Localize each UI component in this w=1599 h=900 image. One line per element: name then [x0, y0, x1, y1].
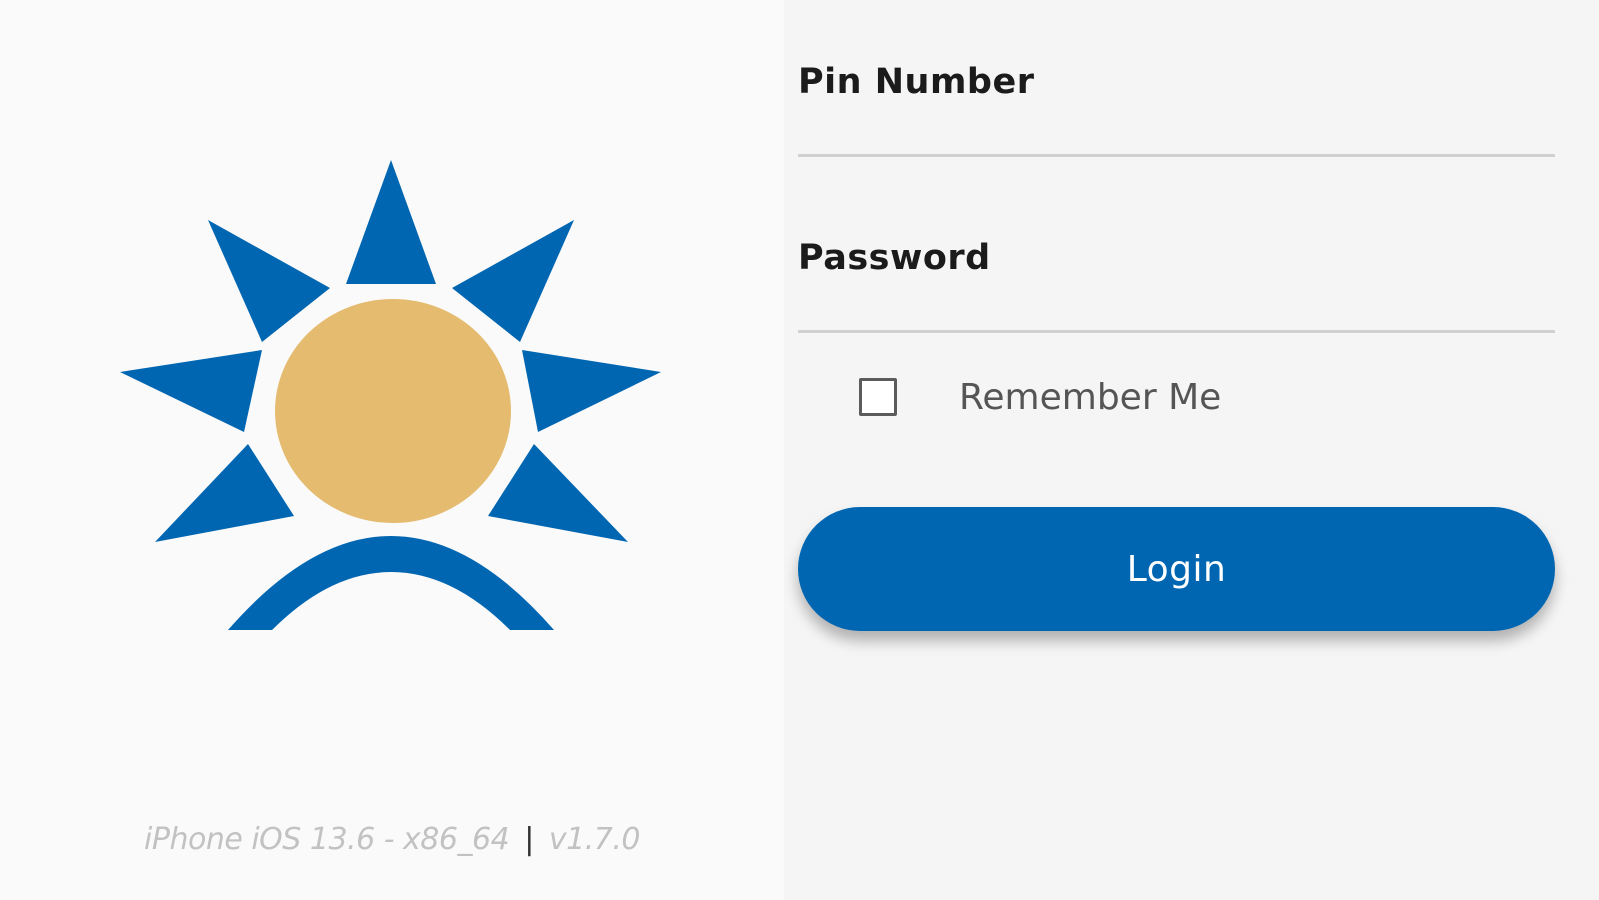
login-button[interactable]: Login — [798, 507, 1555, 631]
password-field: Password — [798, 238, 1555, 333]
remember-me-label[interactable]: Remember Me — [959, 377, 1221, 418]
version-separator: | — [524, 822, 534, 857]
remember-me-checkbox[interactable] — [859, 378, 897, 416]
device-info: iPhone iOS 13.6 - x86_64 — [144, 822, 510, 857]
remember-me-row[interactable]: Remember Me — [859, 372, 1221, 422]
brand-panel: iPhone iOS 13.6 - x86_64 | v1.7.0 — [0, 0, 784, 900]
pin-input[interactable] — [798, 114, 1555, 157]
password-input[interactable] — [798, 290, 1555, 333]
login-form: Pin Number Password Remember Me Login — [784, 0, 1599, 900]
login-screen: iPhone iOS 13.6 - x86_64 | v1.7.0 Pin Nu… — [0, 0, 1599, 900]
sun-logo-icon — [120, 160, 661, 630]
pin-field: Pin Number — [798, 62, 1555, 157]
version-info: iPhone iOS 13.6 - x86_64 | v1.7.0 — [0, 822, 784, 857]
pin-label: Pin Number — [798, 62, 1035, 102]
app-version: v1.7.0 — [548, 822, 641, 857]
password-label: Password — [798, 238, 991, 278]
